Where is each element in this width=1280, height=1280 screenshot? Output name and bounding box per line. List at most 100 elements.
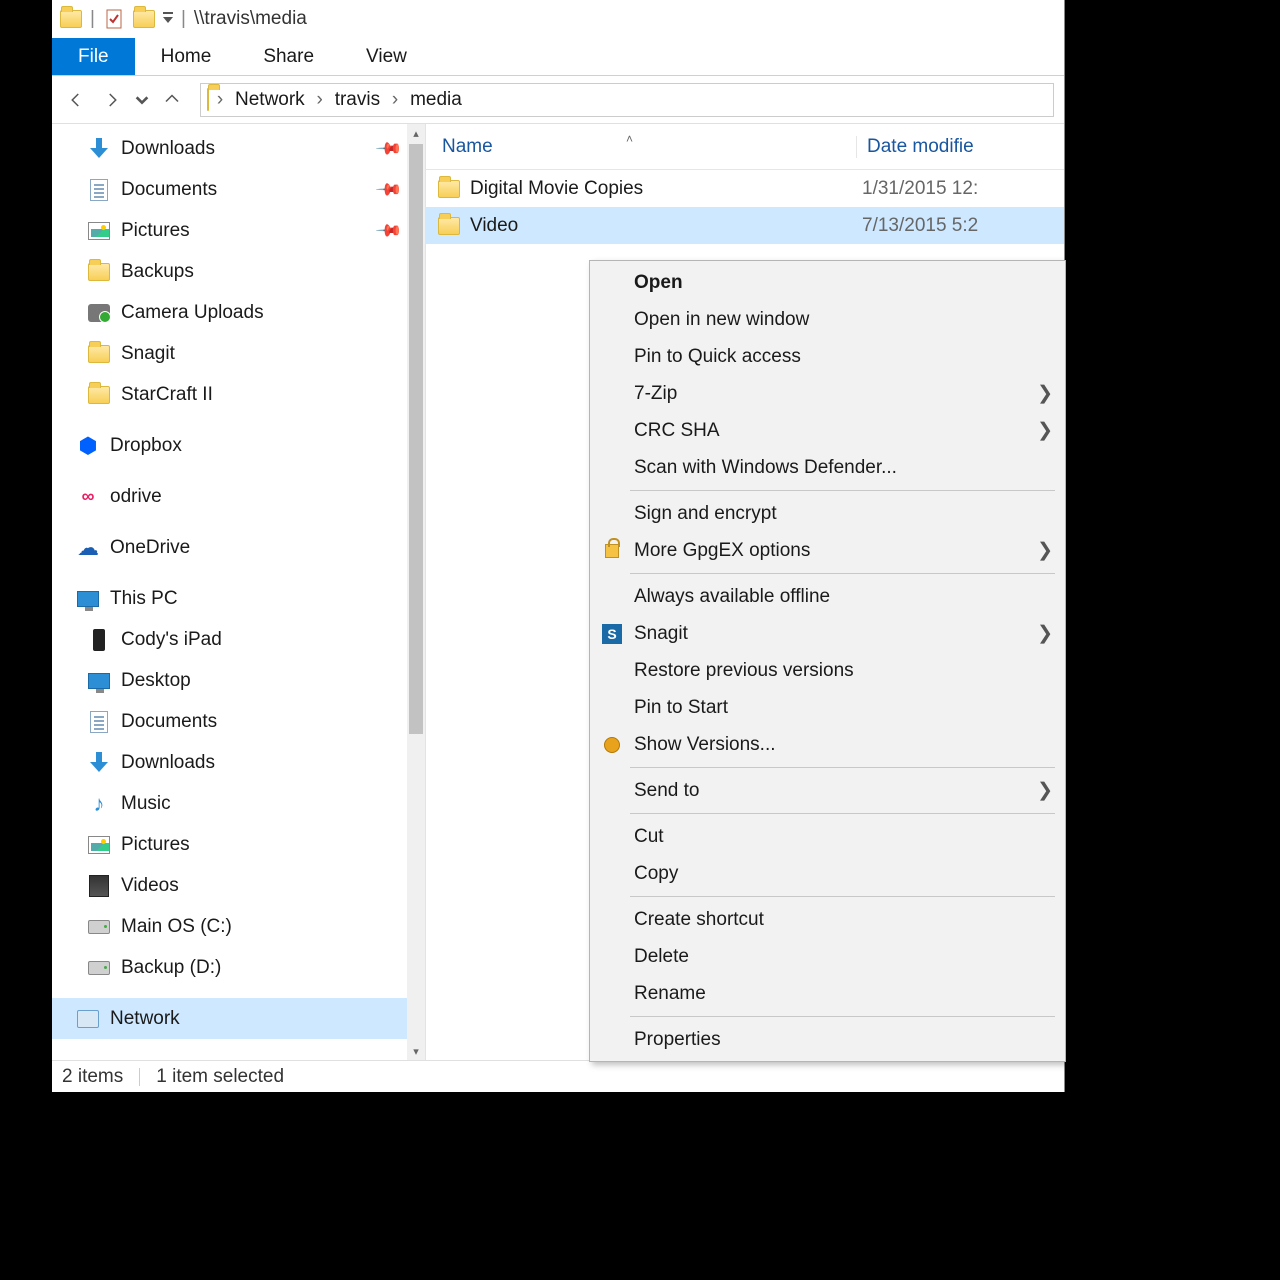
sidebar-item-main-os[interactable]: Main OS (C:): [52, 906, 407, 947]
ctx-open[interactable]: Open: [592, 264, 1063, 301]
ctx-label: Restore previous versions: [634, 660, 854, 682]
ctx-properties[interactable]: Properties: [592, 1021, 1063, 1058]
ctx-label: CRC SHA: [634, 420, 720, 442]
ctx-7zip[interactable]: 7-Zip ❯: [592, 375, 1063, 412]
ctx-delete[interactable]: Delete: [592, 938, 1063, 975]
sidebar-item-backups[interactable]: Backups: [52, 251, 407, 292]
sidebar-item-documents[interactable]: Documents 📌: [52, 169, 407, 210]
sidebar-item-odrive[interactable]: ∞ odrive: [52, 476, 407, 517]
scroll-down-button[interactable]: ▾: [407, 1042, 425, 1060]
ctx-pin-quick-access[interactable]: Pin to Quick access: [592, 338, 1063, 375]
up-button[interactable]: [158, 86, 186, 114]
ctx-restore-previous[interactable]: Restore previous versions: [592, 652, 1063, 689]
sidebar-item-downloads-2[interactable]: Downloads: [52, 742, 407, 783]
address-bar[interactable]: › Network › travis › media: [200, 83, 1054, 117]
ctx-always-offline[interactable]: Always available offline: [592, 578, 1063, 615]
status-selection-count: 1 item selected: [156, 1066, 284, 1088]
navigation-pane: Downloads 📌 Documents 📌 Pictures 📌 Backu…: [52, 124, 426, 1060]
desktop-icon: [87, 669, 111, 693]
sidebar-item-label: Documents: [121, 711, 217, 733]
breadcrumb-network[interactable]: Network: [231, 87, 309, 113]
forward-button[interactable]: [98, 86, 126, 114]
titlebar-sep-2: |: [181, 8, 186, 30]
list-item[interactable]: Digital Movie Copies 1/31/2015 12:: [426, 170, 1064, 207]
ctx-scan-defender[interactable]: Scan with Windows Defender...: [592, 449, 1063, 486]
ctx-rename[interactable]: Rename: [592, 975, 1063, 1012]
sidebar-item-starcraft[interactable]: StarCraft II: [52, 374, 407, 415]
address-caret-0[interactable]: ›: [213, 89, 227, 111]
column-name[interactable]: ˄ Name: [436, 136, 856, 158]
ctx-label: Open in new window: [634, 309, 809, 331]
address-caret-1[interactable]: ›: [313, 89, 327, 111]
sidebar-item-backup-d[interactable]: Backup (D:): [52, 947, 407, 988]
sidebar-item-label: Network: [110, 1008, 180, 1030]
ctx-crc-sha[interactable]: CRC SHA ❯: [592, 412, 1063, 449]
ctx-snagit[interactable]: S Snagit ❯: [592, 615, 1063, 652]
sidebar-item-codys-ipad[interactable]: Cody's iPad: [52, 619, 407, 660]
sidebar-item-pictures-2[interactable]: Pictures: [52, 824, 407, 865]
ctx-send-to[interactable]: Send to ❯: [592, 772, 1063, 809]
sidebar-item-label: Main OS (C:): [121, 916, 232, 938]
versions-icon: [600, 733, 624, 757]
list-item-selected[interactable]: Video 7/13/2015 5:2: [426, 207, 1064, 244]
submenu-arrow-icon: ❯: [1037, 419, 1053, 442]
ctx-label: Sign and encrypt: [634, 503, 777, 525]
scroll-thumb[interactable]: [409, 144, 423, 734]
status-bar: 2 items 1 item selected: [52, 1060, 1064, 1092]
qat-newfolder-icon[interactable]: [133, 8, 155, 30]
sidebar-item-documents-2[interactable]: Documents: [52, 701, 407, 742]
tab-view[interactable]: View: [340, 38, 433, 75]
back-button[interactable]: [62, 86, 90, 114]
breadcrumb-media[interactable]: media: [406, 87, 466, 113]
sidebar-item-onedrive[interactable]: ☁ OneDrive: [52, 527, 407, 568]
qat-properties-icon[interactable]: [103, 8, 125, 30]
nav-scrollbar[interactable]: ▴ ▾: [407, 124, 425, 1060]
folder-icon: [87, 383, 111, 407]
ribbon-tabs: File Home Share View: [52, 38, 1064, 76]
sidebar-item-camera-uploads[interactable]: Camera Uploads: [52, 292, 407, 333]
recent-locations-dropdown[interactable]: [134, 86, 150, 114]
sidebar-item-label: Desktop: [121, 670, 191, 692]
address-root-icon[interactable]: [207, 89, 209, 111]
breadcrumb-travis[interactable]: travis: [331, 87, 384, 113]
sidebar-item-this-pc[interactable]: This PC: [52, 578, 407, 619]
tab-home[interactable]: Home: [135, 38, 238, 75]
music-icon: ♪: [87, 792, 111, 816]
sidebar-item-label: StarCraft II: [121, 384, 213, 406]
sidebar-item-label: Snagit: [121, 343, 175, 365]
address-caret-2[interactable]: ›: [388, 89, 402, 111]
sidebar-item-desktop[interactable]: Desktop: [52, 660, 407, 701]
sidebar-item-label: Videos: [121, 875, 179, 897]
ctx-pin-start[interactable]: Pin to Start: [592, 689, 1063, 726]
ctx-cut[interactable]: Cut: [592, 818, 1063, 855]
ctx-label: Delete: [634, 946, 689, 968]
scroll-up-button[interactable]: ▴: [407, 124, 425, 142]
item-date: 7/13/2015 5:2: [862, 215, 978, 237]
column-date-modified[interactable]: Date modifie: [856, 136, 1064, 158]
sidebar-item-label: Downloads: [121, 752, 215, 774]
sidebar-item-dropbox[interactable]: ⬢ Dropbox: [52, 425, 407, 466]
ctx-separator: [630, 813, 1055, 814]
sidebar-item-music[interactable]: ♪ Music: [52, 783, 407, 824]
ctx-label: Send to: [634, 780, 700, 802]
ctx-label: Pin to Quick access: [634, 346, 801, 368]
ctx-copy[interactable]: Copy: [592, 855, 1063, 892]
ctx-gpgex[interactable]: More GpgEX options ❯: [592, 532, 1063, 569]
sidebar-item-network[interactable]: Network: [52, 998, 407, 1039]
sidebar-item-snagit[interactable]: Snagit: [52, 333, 407, 374]
qat-customize-dropdown[interactable]: [163, 12, 173, 27]
ctx-sign-encrypt[interactable]: Sign and encrypt: [592, 495, 1063, 532]
sidebar-item-videos[interactable]: Videos: [52, 865, 407, 906]
ctx-create-shortcut[interactable]: Create shortcut: [592, 901, 1063, 938]
item-name: Digital Movie Copies: [470, 178, 862, 200]
sidebar-item-downloads[interactable]: Downloads 📌: [52, 128, 407, 169]
tab-share[interactable]: Share: [237, 38, 340, 75]
videos-icon: [87, 874, 111, 898]
ctx-open-new-window[interactable]: Open in new window: [592, 301, 1063, 338]
tab-file[interactable]: File: [52, 38, 135, 75]
ctx-show-versions[interactable]: Show Versions...: [592, 726, 1063, 763]
ctx-label: Copy: [634, 863, 678, 885]
sidebar-item-pictures[interactable]: Pictures 📌: [52, 210, 407, 251]
ctx-separator: [630, 767, 1055, 768]
ipad-icon: [87, 628, 111, 652]
